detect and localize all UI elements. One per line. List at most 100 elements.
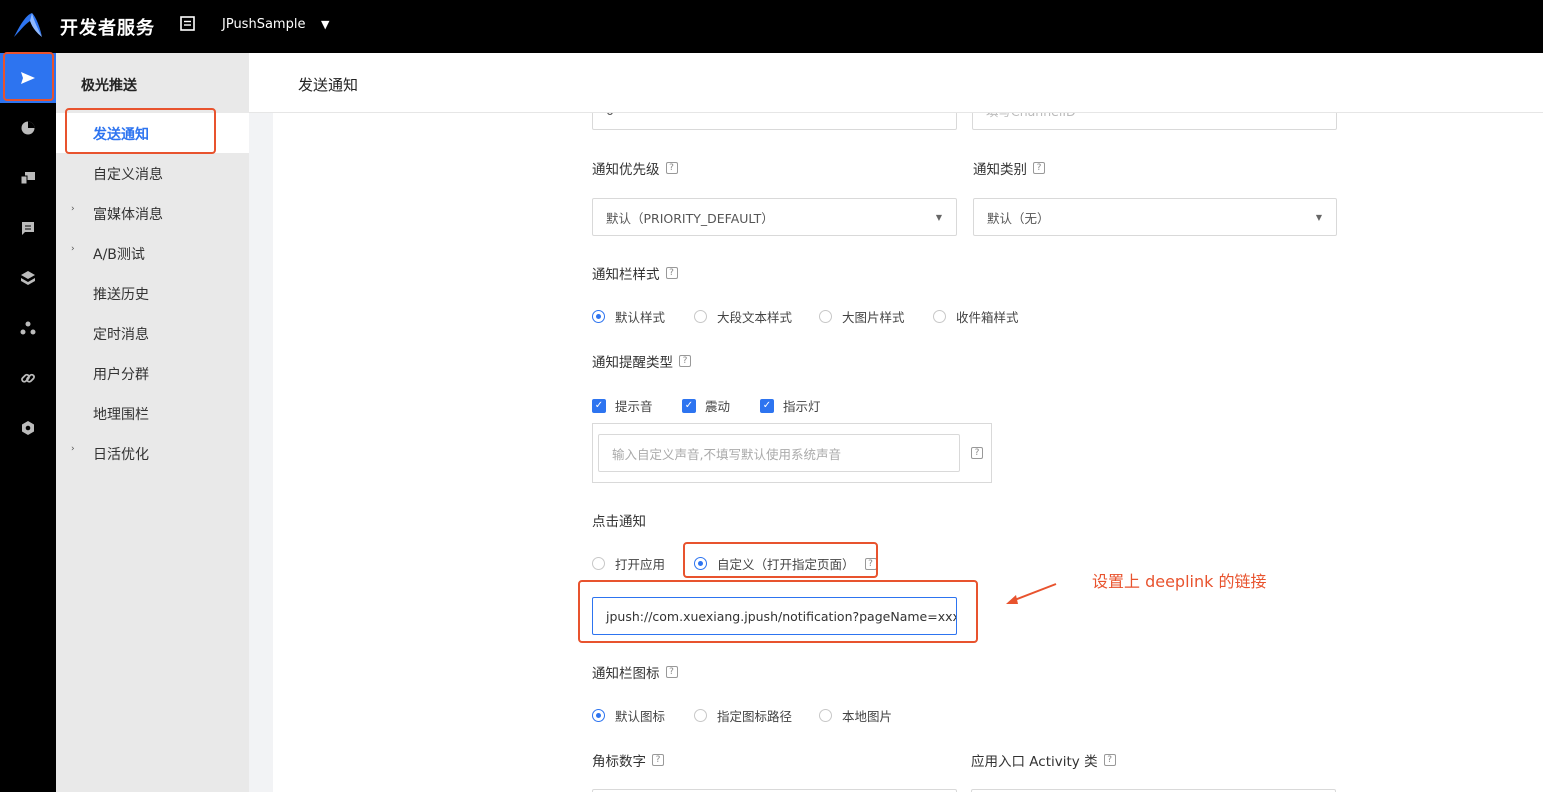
nav-settings[interactable]	[0, 403, 56, 453]
radio-unchecked-icon	[592, 557, 605, 570]
sidebar-item-label: 用户分群	[93, 367, 149, 383]
checkbox-label: 震动	[705, 399, 731, 414]
priority-select[interactable]: 默认（PRIORITY_DEFAULT） ▼	[592, 198, 957, 236]
radio-label: 打开应用	[615, 557, 666, 572]
sidebar-title: 极光推送	[81, 78, 137, 94]
alert-type-label-text: 通知提醒类型	[592, 355, 673, 371]
app-selector-name[interactable]: JPushSample	[222, 17, 305, 32]
click-action-label: 点击通知	[592, 510, 646, 530]
radio-label: 默认图标	[615, 709, 666, 724]
page-header: 发送通知	[249, 53, 1543, 113]
sidebar-item-label: 地理围栏	[93, 407, 149, 423]
category-select[interactable]: 默认（无） ▼	[973, 198, 1337, 236]
category-label-text: 通知类别	[973, 162, 1027, 178]
cluster-icon	[20, 321, 36, 335]
page-title: 发送通知	[298, 76, 359, 94]
channel-id-input[interactable]: 填写ChannelID	[972, 113, 1337, 130]
sidebar-item-rich-media[interactable]: › 富媒体消息	[56, 193, 249, 233]
nav-cluster[interactable]	[0, 303, 56, 353]
style-label: 通知栏样式 ?	[592, 263, 678, 283]
chevron-down-icon[interactable]: ▼	[321, 18, 329, 31]
layers-icon	[21, 271, 35, 285]
help-icon[interactable]: ?	[665, 267, 678, 279]
category-select-value: 默认（无）	[987, 210, 1050, 226]
sidebar-item-geofence[interactable]: 地理围栏	[56, 393, 249, 433]
click-action-label-text: 点击通知	[592, 514, 646, 530]
checkbox-checked-icon: ✓	[682, 398, 696, 413]
icon-label: 通知栏图标 ?	[592, 662, 678, 682]
icon-option-path[interactable]: 指定图标路径	[694, 706, 792, 725]
checkbox-label: 提示音	[615, 399, 653, 414]
sidebar-item-label: A/B测试	[93, 247, 145, 263]
click-option-open-app[interactable]: 打开应用	[592, 554, 665, 573]
help-icon[interactable]: ?	[1033, 162, 1045, 174]
checkbox-checked-icon: ✓	[592, 398, 606, 413]
highlight-box-nav	[3, 52, 54, 101]
radio-unchecked-icon	[933, 310, 946, 323]
caret-down-icon: ▼	[935, 213, 942, 222]
app-list-icon[interactable]	[180, 16, 195, 31]
radio-label: 默认样式	[615, 310, 666, 325]
alert-vibrate-checkbox[interactable]: ✓ 震动	[682, 396, 730, 415]
secondary-sidebar: 极光推送 发送通知 自定义消息 › 富媒体消息 › A/B测试 推送历史 定时消…	[56, 53, 249, 792]
caret-down-icon: ▼	[1315, 213, 1322, 222]
sidebar-item-dau-optimization[interactable]: › 日活优化	[56, 433, 249, 473]
jiguang-logo-icon	[14, 13, 42, 37]
activity-label-text: 应用入口 Activity 类	[971, 754, 1098, 770]
priority-label: 通知优先级 ?	[592, 158, 678, 178]
custom-sound-input[interactable]: 输入自定义声音,不填写默认使用系统声音	[598, 434, 960, 472]
radio-label: 大段文本样式	[717, 310, 793, 325]
alert-type-label: 通知提醒类型 ?	[592, 351, 691, 371]
alert-sound-checkbox[interactable]: ✓ 提示音	[592, 396, 653, 415]
highlight-box-deeplink	[578, 580, 978, 643]
chevron-right-icon: ›	[71, 244, 75, 254]
sidebar-item-ab-test[interactable]: › A/B测试	[56, 233, 249, 273]
radio-label: 指定图标路径	[717, 709, 793, 724]
radio-checked-icon	[592, 310, 605, 323]
alert-light-checkbox[interactable]: ✓ 指示灯	[760, 396, 821, 415]
highlight-box-sidebar	[65, 108, 216, 154]
priority-label-text: 通知优先级	[592, 162, 660, 178]
nav-statistics[interactable]	[0, 103, 56, 153]
style-option-bigpicture[interactable]: 大图片样式	[819, 307, 905, 326]
gear-icon	[22, 421, 34, 435]
style-label-text: 通知栏样式	[592, 267, 660, 283]
sidebar-item-push-history[interactable]: 推送历史	[56, 273, 249, 313]
help-icon[interactable]: ?	[665, 666, 678, 678]
sidebar-item-scheduled[interactable]: 定时消息	[56, 313, 249, 353]
chevron-right-icon: ›	[71, 444, 75, 454]
content-gutter	[249, 53, 273, 792]
help-icon[interactable]: ?	[652, 754, 664, 766]
help-icon[interactable]: ?	[1103, 754, 1116, 766]
sidebar-item-custom-message[interactable]: 自定义消息	[56, 153, 249, 193]
nav-devices[interactable]	[0, 153, 56, 203]
sidebar-item-segments[interactable]: 用户分群	[56, 353, 249, 393]
icon-sidebar	[0, 53, 56, 792]
style-option-inbox[interactable]: 收件箱样式	[933, 307, 1019, 326]
radio-label: 本地图片	[842, 709, 893, 724]
nav-messages[interactable]	[0, 203, 56, 253]
annotation-text: 设置上 deeplink 的链接	[1092, 572, 1267, 591]
annotation-arrow-icon	[1006, 583, 1057, 604]
sidebar-item-label: 定时消息	[93, 327, 149, 343]
help-icon[interactable]: ?	[665, 162, 678, 174]
top-bar: 开发者服务 JPushSample ▼	[0, 0, 1543, 53]
style-option-default[interactable]: 默认样式	[592, 307, 665, 326]
nav-layers[interactable]	[0, 253, 56, 303]
checkbox-checked-icon: ✓	[760, 398, 774, 413]
style-option-bigtext[interactable]: 大段文本样式	[694, 307, 792, 326]
highlight-box-custom-option	[683, 542, 878, 578]
sidebar-item-label: 富媒体消息	[93, 207, 163, 223]
icon-option-default[interactable]: 默认图标	[592, 706, 665, 725]
link-icon	[21, 373, 35, 383]
help-icon[interactable]: ?	[971, 447, 983, 459]
top-input-left[interactable]: 0	[592, 113, 957, 130]
nav-link[interactable]	[0, 353, 56, 403]
radio-unchecked-icon	[694, 310, 707, 323]
radio-unchecked-icon	[694, 709, 707, 722]
priority-select-value: 默认（PRIORITY_DEFAULT）	[606, 210, 774, 226]
icon-option-local[interactable]: 本地图片	[819, 706, 892, 725]
help-icon[interactable]: ?	[679, 355, 691, 367]
chevron-right-icon: ›	[71, 204, 75, 214]
radio-label: 收件箱样式	[956, 310, 1019, 325]
